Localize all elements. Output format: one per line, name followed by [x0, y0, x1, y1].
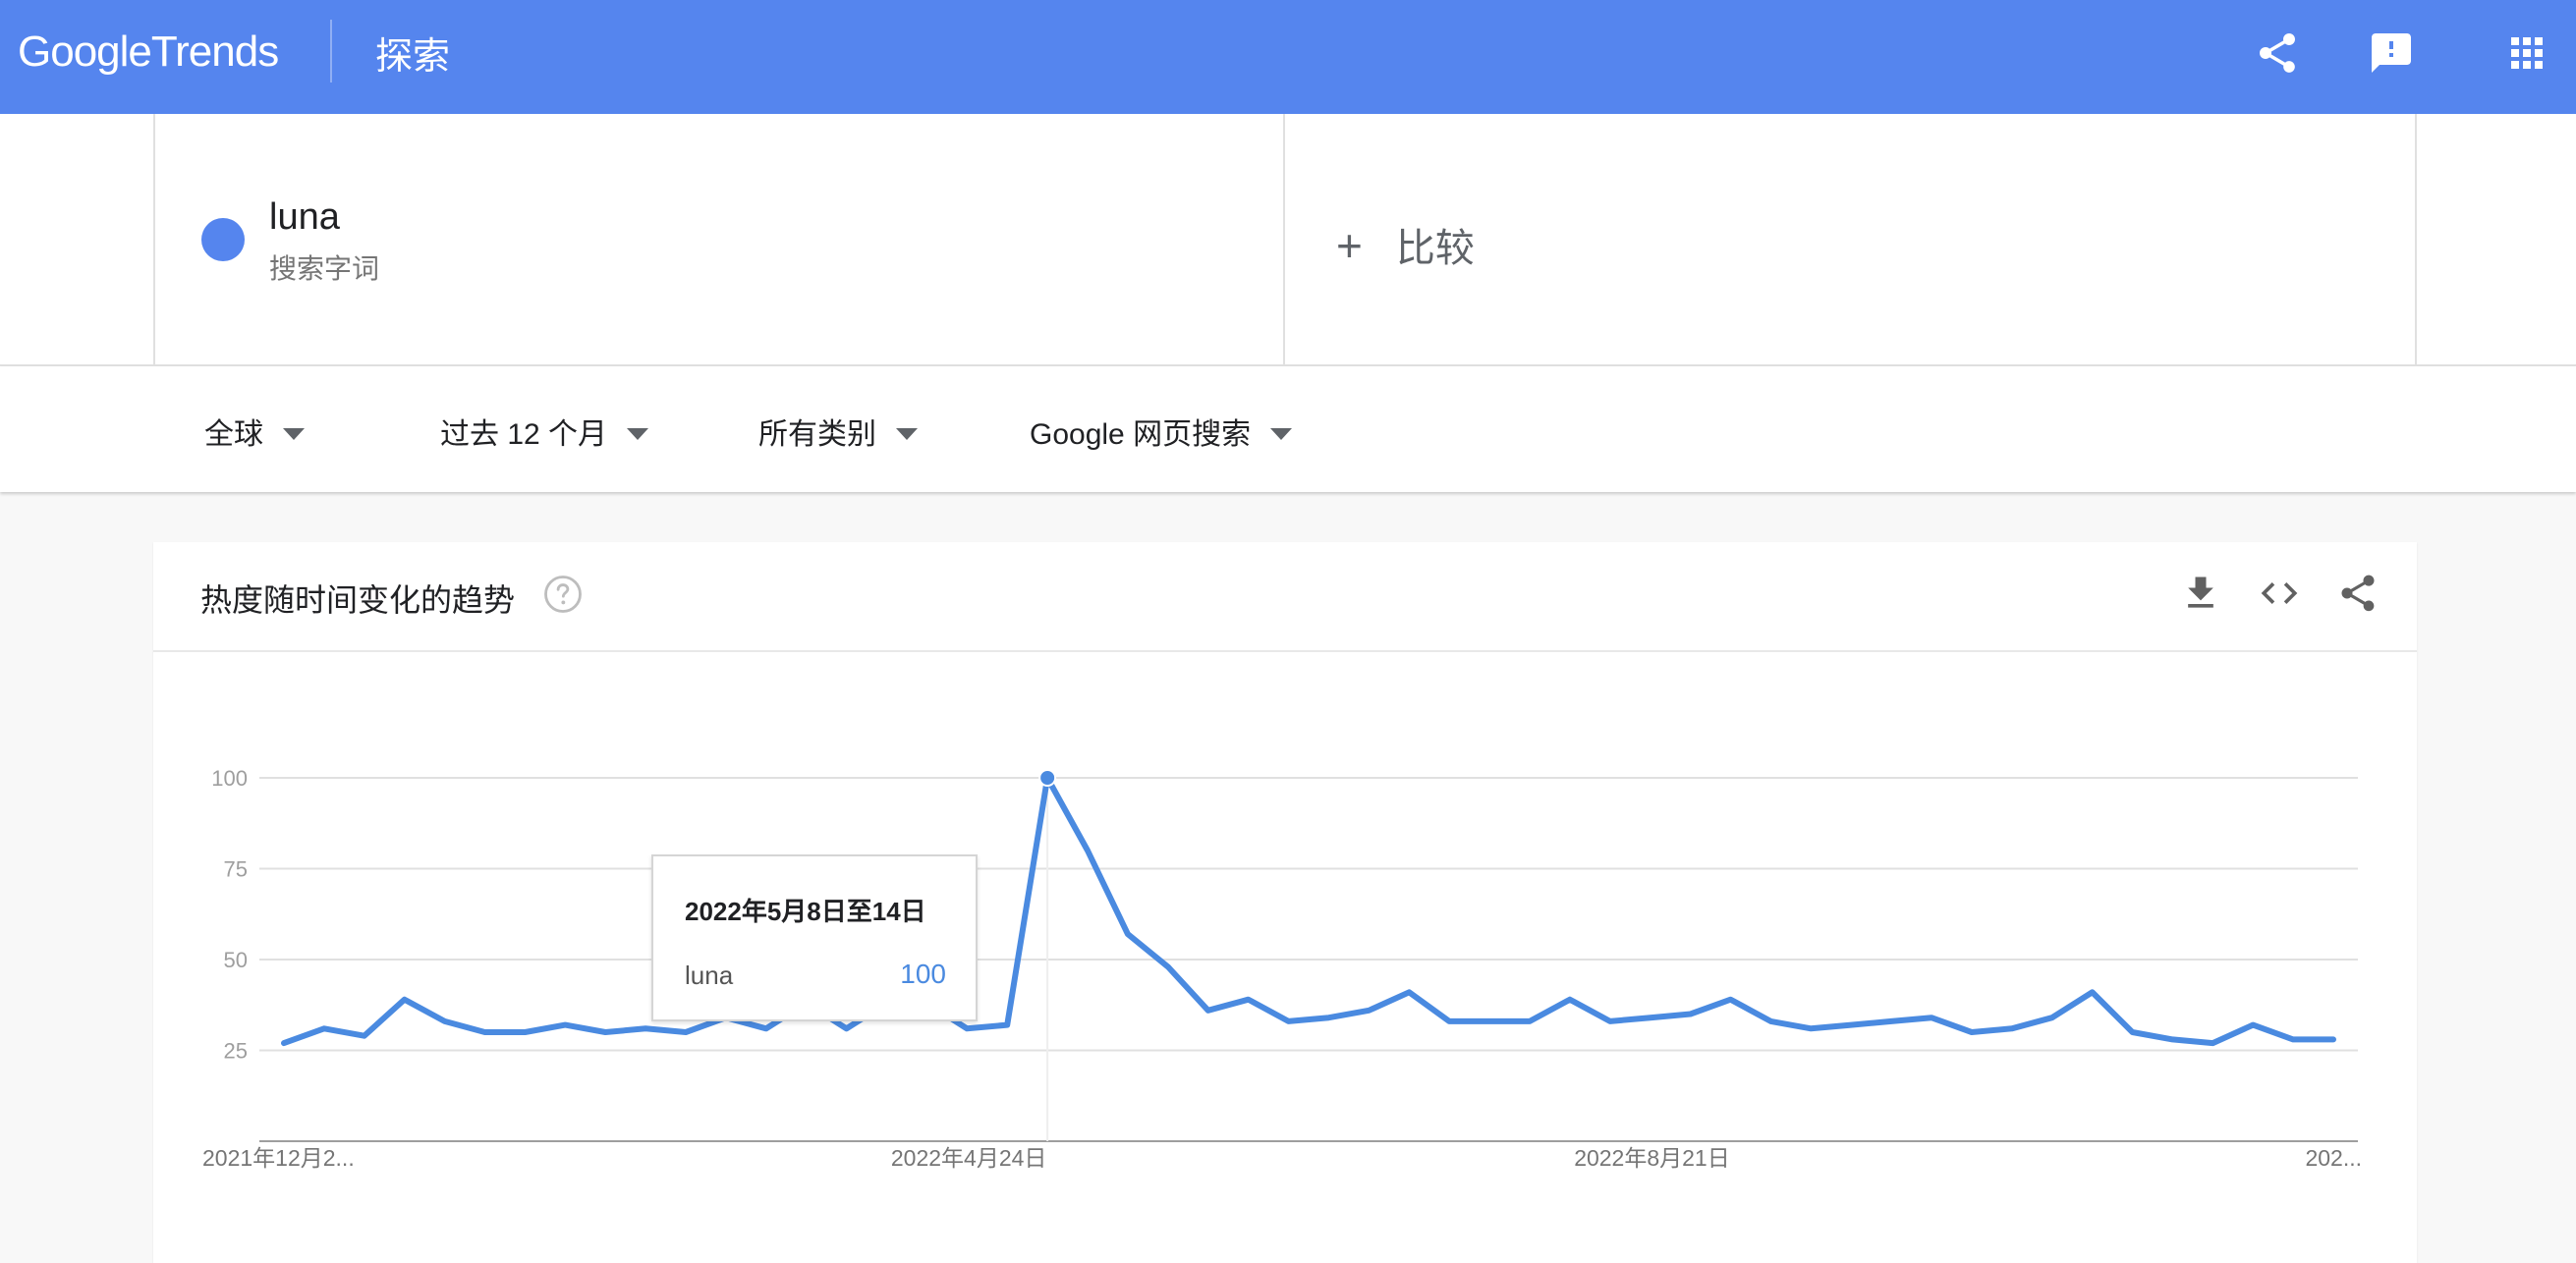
apps-icon[interactable] [2503, 29, 2550, 77]
data-point [2330, 1036, 2336, 1042]
plus-icon: + [1336, 220, 1363, 271]
y-tick-label: 50 [224, 948, 248, 972]
data-point [1688, 1012, 1694, 1017]
filter-bar: 全球 过去 12 个月 所有类别 Google 网页搜索 [0, 366, 2576, 492]
data-point [643, 1025, 648, 1031]
feedback-icon[interactable] [2368, 29, 2415, 77]
highlighted-data-point [1038, 769, 1057, 787]
x-tick-label: 2021年12月2... [202, 1145, 355, 1171]
data-point [683, 1029, 689, 1035]
data-point [1125, 931, 1131, 937]
search-term-panel: luna 搜索字词 + 比较 [0, 114, 2576, 366]
data-point [1325, 1015, 1331, 1020]
logo-trends-text: Trends [150, 27, 279, 76]
data-point [1205, 1008, 1211, 1014]
region-label: 全球 [204, 418, 263, 451]
search-type-dropdown[interactable]: Google 网页搜索 [1030, 410, 1293, 453]
data-point [1246, 997, 1252, 1003]
data-point [2169, 1036, 2175, 1042]
compare-button[interactable]: + 比较 [1336, 216, 1475, 273]
data-point [482, 1029, 488, 1035]
data-point [1486, 1018, 1492, 1024]
y-tick-label: 100 [211, 766, 248, 791]
time-range-dropdown[interactable]: 过去 12 个月 [440, 410, 649, 453]
series-line-luna [281, 775, 2336, 1047]
data-point [562, 1022, 568, 1028]
data-point [1607, 1018, 1613, 1024]
share-icon[interactable] [2254, 29, 2301, 77]
chart-tooltip: 2022年5月8日至14日 luna 100 [651, 854, 978, 1021]
data-point [1366, 1008, 1372, 1014]
tooltip-series-name: luna [685, 961, 734, 990]
data-point [2129, 1029, 2135, 1035]
data-point [2210, 1040, 2215, 1046]
x-tick-label: 202... [2305, 1145, 2362, 1171]
interest-line-chart[interactable]: 25 50 75 100 2021年12月2... 2022年4月24日 2022年8月21… [153, 542, 2417, 1263]
caret-down-icon [1270, 428, 1293, 441]
tooltip-series-value: 100 [900, 959, 946, 989]
logo-google-text: Google [18, 27, 152, 76]
y-tick-label: 25 [224, 1039, 248, 1064]
data-point [1727, 997, 1733, 1003]
caret-down-icon [896, 428, 918, 441]
data-point [1767, 1018, 1773, 1024]
data-point [763, 1025, 769, 1031]
data-point [1527, 1018, 1533, 1024]
data-point [1004, 1022, 1010, 1028]
google-trends-logo[interactable]: GoogleTrends [18, 27, 279, 77]
compare-label: 比较 [1395, 227, 1475, 270]
x-tick-label: 2022年8月21日 [1574, 1145, 1730, 1171]
category-label: 所有类别 [758, 418, 876, 451]
data-point [844, 1025, 850, 1031]
term-type-label: 搜索字词 [269, 253, 380, 284]
time-range-label: 过去 12 个月 [440, 418, 608, 451]
data-point [1165, 963, 1171, 969]
data-point [402, 997, 408, 1003]
data-point [1888, 1018, 1894, 1024]
data-point [1848, 1022, 1854, 1028]
data-point [2290, 1036, 2296, 1042]
top-app-bar: GoogleTrends 探索 [0, 0, 2576, 114]
term-color-dot [201, 218, 245, 261]
data-point [522, 1029, 528, 1035]
data-point [2009, 1025, 2015, 1031]
panel-divider [2415, 114, 2417, 364]
term-name[interactable]: luna [269, 196, 340, 239]
data-point [1969, 1029, 1975, 1035]
interest-over-time-card: 热度随时间变化的趋势 25 50 75 100 2021年12月2... 2022年4月2… [153, 542, 2417, 1263]
caret-down-icon [627, 428, 649, 441]
page-title: 探索 [375, 36, 451, 78]
panel-divider [153, 114, 155, 364]
data-point [1567, 997, 1573, 1003]
data-point [1286, 1018, 1292, 1024]
panel-divider [1283, 114, 1285, 364]
data-point [1446, 1018, 1452, 1024]
data-point [442, 1018, 448, 1024]
data-point [2049, 1015, 2055, 1020]
tooltip-date: 2022年5月8日至14日 [685, 897, 926, 926]
x-tick-label: 2022年4月24日 [891, 1145, 1047, 1171]
data-point [321, 1025, 327, 1031]
data-point [2250, 1022, 2256, 1028]
category-dropdown[interactable]: 所有类别 [758, 410, 918, 453]
data-point [1929, 1015, 1934, 1020]
data-point [1085, 848, 1091, 853]
data-point [2090, 989, 2096, 995]
data-point [1808, 1025, 1814, 1031]
search-type-label: Google 网页搜索 [1030, 418, 1252, 451]
data-point [1648, 1015, 1653, 1020]
y-tick-label: 75 [224, 857, 248, 882]
data-point [281, 1040, 287, 1046]
header-divider [330, 20, 332, 82]
data-point [602, 1029, 608, 1035]
data-point [964, 1025, 970, 1031]
data-point [1406, 989, 1412, 995]
caret-down-icon [283, 428, 305, 441]
data-point [362, 1033, 367, 1039]
region-dropdown[interactable]: 全球 [204, 410, 305, 453]
